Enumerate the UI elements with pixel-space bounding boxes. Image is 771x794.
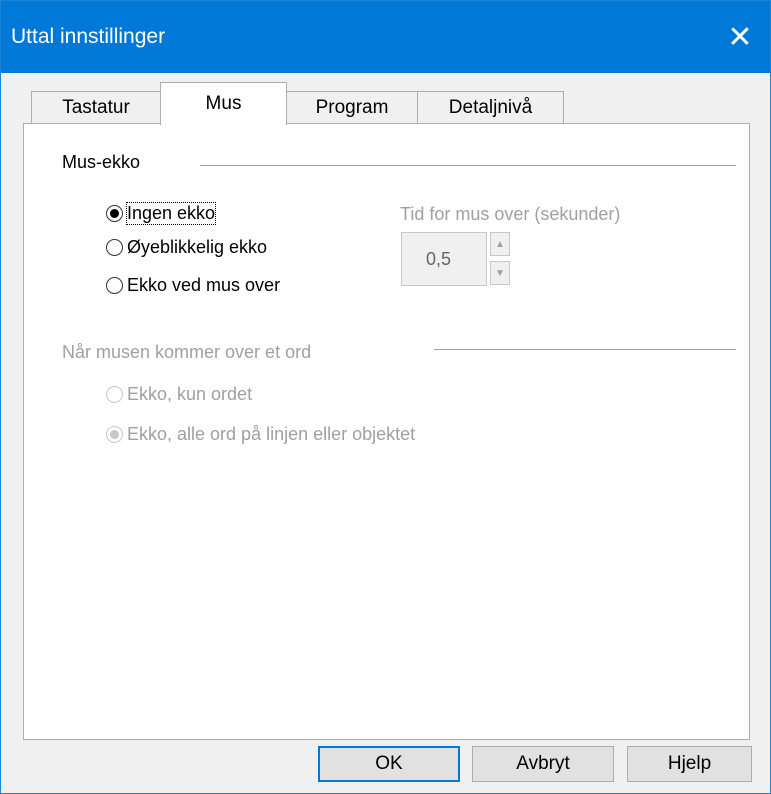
cancel-button[interactable]: Avbryt (472, 746, 614, 782)
tab-tastatur[interactable]: Tastatur (31, 91, 161, 123)
radio-ingen-ekko[interactable]: Ingen ekko (106, 202, 217, 225)
radio-label: Ekko ved mus over (127, 275, 281, 295)
radio-dot (110, 209, 119, 218)
radio-circle (106, 205, 123, 222)
radio-ekko-ved-mus-over[interactable]: Ekko ved mus over (106, 275, 280, 296)
radio-circle (106, 277, 123, 294)
window-title: Uttal innstillinger (11, 25, 166, 48)
radio-alle-ord[interactable]: Ekko, alle ord på linjen eller objektet (106, 424, 415, 445)
hover-time-label: Tid for mus over (sekunder) (400, 204, 621, 224)
radio-oyeblikkelig-ekko[interactable]: Øyeblikkelig ekko (106, 237, 267, 258)
help-button[interactable]: Hjelp (627, 746, 752, 782)
radio-kun-ordet[interactable]: Ekko, kun ordet (106, 384, 252, 405)
group-divider (200, 165, 736, 166)
tab-program[interactable]: Program (286, 91, 418, 123)
radio-circle (106, 426, 123, 443)
radio-circle (106, 386, 123, 403)
radio-dot (110, 430, 119, 439)
tab-detaljniva[interactable]: Detaljnivå (417, 91, 564, 123)
tab-panel-mus: Mus-ekko Ingen ekko Øyeblikkelig ekko Ek… (23, 123, 750, 740)
hover-time-input[interactable] (401, 232, 487, 286)
group-label-word-hover: Når musen kommer over et ord (62, 342, 316, 363)
settings-dialog: Uttal innstillinger ✕ Tastatur Mus Progr… (0, 0, 771, 794)
radio-label: Ingen ekko (125, 202, 217, 225)
ok-button[interactable]: OK (318, 746, 460, 782)
radio-label: Ekko, kun ordet (127, 384, 253, 404)
radio-label: Ekko, alle ord på linjen eller objektet (127, 424, 416, 444)
spin-up-icon[interactable]: ▲ (490, 232, 510, 256)
title-bar: Uttal innstillinger ✕ (1, 1, 770, 73)
radio-label: Øyeblikkelig ekko (127, 237, 268, 257)
tab-mus[interactable]: Mus (160, 82, 287, 125)
close-icon[interactable]: ✕ (710, 1, 770, 73)
spin-down-icon[interactable]: ▼ (490, 261, 510, 285)
group-label-mouse-echo: Mus-ekko (62, 152, 145, 173)
radio-circle (106, 239, 123, 256)
group-divider (434, 349, 736, 350)
